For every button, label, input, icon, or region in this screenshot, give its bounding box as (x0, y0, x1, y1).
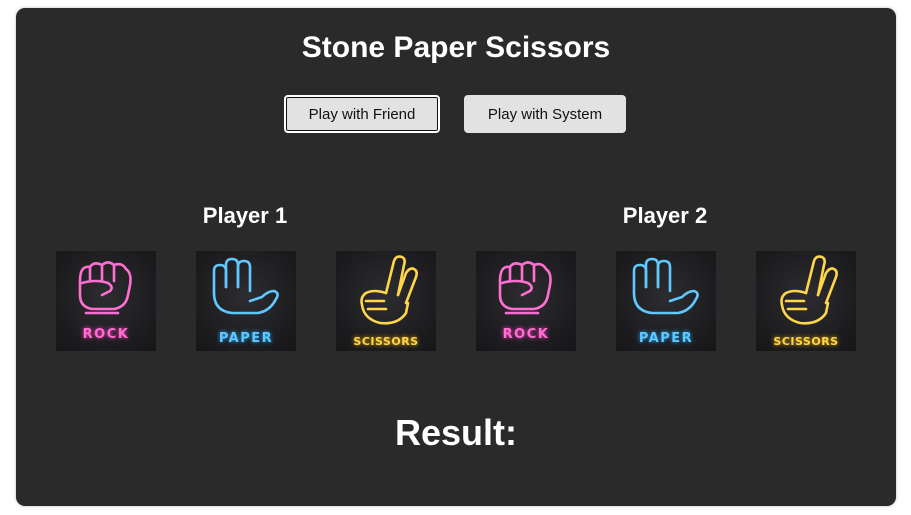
player-2-title: Player 2 (622, 203, 708, 228)
player-1-rock-choice[interactable]: ROCK (56, 251, 156, 351)
player-2-scissors-choice[interactable]: SCISSORS (756, 251, 856, 351)
page-title: Stone Paper Scissors (301, 31, 611, 64)
player-2-paper-choice[interactable]: PAPER (616, 251, 716, 351)
play-with-friend-button[interactable]: Play with Friend (284, 95, 440, 133)
play-with-system-button[interactable]: Play with System (464, 95, 626, 133)
rock-label: ROCK (502, 327, 550, 342)
rock-label: ROCK (82, 327, 130, 342)
game-panel: Stone Paper Scissors Play with Friend Pl… (16, 8, 896, 506)
scissors-label: SCISSORS (773, 335, 839, 348)
player-2-rock-choice[interactable]: ROCK (476, 251, 576, 351)
scissors-label: SCISSORS (353, 335, 419, 348)
player-1-paper-choice[interactable]: PAPER (196, 251, 296, 351)
result-label: Result: (394, 412, 517, 453)
paper-label: PAPER (638, 331, 694, 346)
player-1-scissors-choice[interactable]: SCISSORS (336, 251, 436, 351)
player-1-title: Player 1 (202, 203, 288, 228)
paper-label: PAPER (218, 331, 274, 346)
